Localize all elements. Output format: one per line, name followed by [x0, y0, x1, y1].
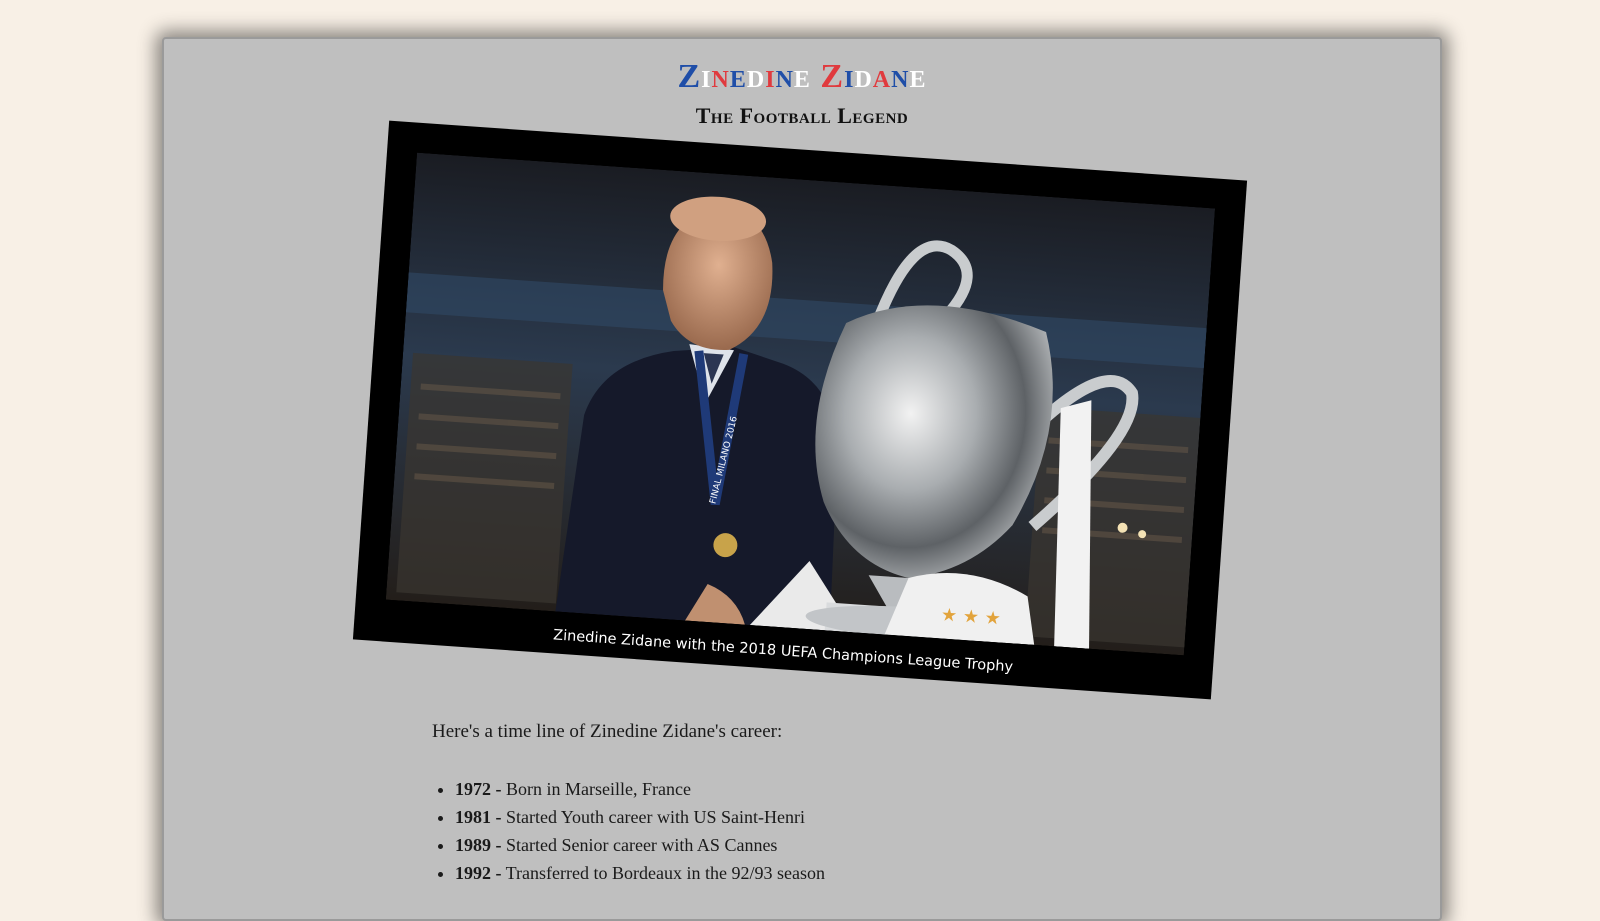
title-letter: a	[872, 58, 892, 95]
timeline-event: Born in Marseille, France	[501, 779, 691, 799]
title-letter: n	[775, 58, 794, 95]
timeline-year: 1992 -	[455, 863, 502, 883]
timeline-event: Started Senior career with AS Cannes	[501, 835, 778, 855]
svg-text:★ ★ ★: ★ ★ ★	[940, 604, 1001, 629]
timeline-intro: Here's a time line of Zinedine Zidane's …	[432, 721, 783, 742]
title-letter: n	[711, 58, 730, 95]
timeline-event: Transferred to Bordeaux in the 92/93 sea…	[501, 863, 825, 883]
title-letter: e	[793, 58, 811, 95]
timeline-year: 1981 -	[455, 807, 502, 827]
title-letter: d	[854, 58, 873, 95]
title-letter: i	[844, 58, 855, 95]
timeline-item: 1989 - Started Senior career with AS Can…	[455, 831, 825, 859]
title-letter: Z	[820, 58, 845, 95]
timeline-item: 1972 - Born in Marseille, France	[455, 775, 825, 803]
timeline-event: Started Youth career with US Saint-Henri	[501, 807, 805, 827]
title-letter: i	[765, 58, 776, 95]
tribute-card: Zinedine Zidane The Football Legend ★ ★ …	[162, 37, 1442, 921]
zidane-trophy-photo: ★ ★ ★ FINAL MILANO 2016	[385, 152, 1216, 656]
title-first-name: Zinedine	[677, 57, 810, 97]
photo-frame: ★ ★ ★ FINAL MILANO 2016 Zinedine Zidane …	[352, 120, 1248, 700]
title-letter: e	[729, 58, 747, 95]
page-title: Zinedine Zidane	[164, 57, 1440, 97]
title-letter: i	[701, 58, 712, 95]
timeline-item: 1992 - Transferred to Bordeaux in the 92…	[455, 859, 825, 887]
timeline-year: 1989 -	[455, 835, 502, 855]
title-letter: n	[891, 58, 910, 95]
title-letter: Z	[677, 58, 702, 95]
timeline-item: 1981 - Started Youth career with US Sain…	[455, 803, 825, 831]
page-subtitle: The Football Legend	[695, 103, 909, 128]
career-timeline: 1972 - Born in Marseille, France 1981 - …	[432, 775, 825, 887]
title-letter: d	[746, 58, 766, 95]
title-letter: e	[909, 58, 927, 95]
title-last-name: Zidane	[820, 57, 926, 97]
timeline-year: 1972 -	[455, 779, 502, 799]
